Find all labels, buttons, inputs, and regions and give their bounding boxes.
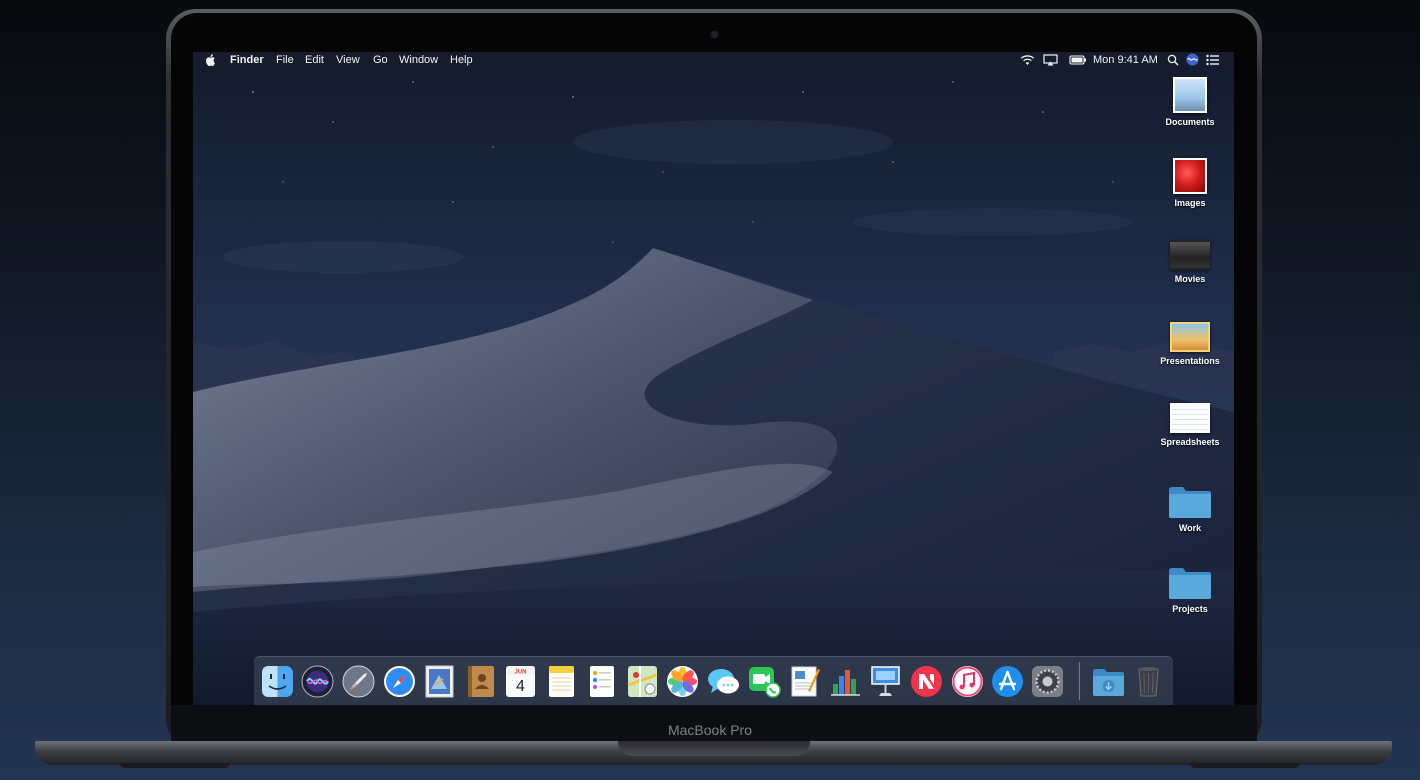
airplay-icon[interactable] xyxy=(1043,52,1058,71)
notes-icon[interactable] xyxy=(545,665,578,698)
messages-icon[interactable] xyxy=(707,665,740,698)
model-label: MacBook Pro xyxy=(667,722,753,738)
desktop-wallpaper xyxy=(193,52,1234,705)
news-icon[interactable] xyxy=(910,665,943,698)
desktop-item-label: Movies xyxy=(1174,274,1206,284)
documents-stack-icon xyxy=(1173,77,1207,113)
presentations-stack-icon xyxy=(1170,322,1210,352)
menu-edit[interactable]: Edit xyxy=(305,52,324,68)
desktop-item-label: Projects xyxy=(1172,604,1208,614)
menu-bar: Finder File Edit View Go Window Help Mon… xyxy=(193,52,1234,68)
mail-icon[interactable] xyxy=(423,665,456,698)
laptop-foot xyxy=(1190,763,1300,768)
menu-help[interactable]: Help xyxy=(450,52,473,68)
menu-file[interactable]: File xyxy=(276,52,294,68)
reminders-icon[interactable] xyxy=(585,665,618,698)
desktop-screen: Finder File Edit View Go Window Help Mon… xyxy=(193,52,1234,705)
desktop-item-work[interactable]: Work xyxy=(1155,485,1225,533)
calendar-icon[interactable]: JUN 4 xyxy=(504,665,537,698)
itunes-icon[interactable] xyxy=(951,665,984,698)
trash-icon[interactable] xyxy=(1132,665,1165,698)
clock-text[interactable]: Mon 9:41 AM xyxy=(1093,52,1158,68)
launchpad-icon[interactable] xyxy=(342,665,375,698)
maps-icon[interactable] xyxy=(626,665,659,698)
photos-icon[interactable] xyxy=(666,665,699,698)
menu-view[interactable]: View xyxy=(336,52,360,68)
facetime-icon[interactable] xyxy=(748,665,781,698)
downloads-folder-icon[interactable] xyxy=(1092,665,1125,698)
desktop-item-label: Documents xyxy=(1165,117,1215,127)
numbers-icon[interactable] xyxy=(829,665,862,698)
wifi-icon[interactable] xyxy=(1020,52,1035,71)
desktop-item-label: Work xyxy=(1178,523,1202,533)
spotlight-icon[interactable] xyxy=(1167,52,1179,71)
desktop-item-movies[interactable]: Movies xyxy=(1155,240,1225,284)
desktop-item-documents[interactable]: Documents xyxy=(1155,77,1225,127)
app-store-icon[interactable] xyxy=(991,665,1024,698)
safari-icon[interactable] xyxy=(383,665,416,698)
siri-icon[interactable] xyxy=(1186,52,1199,71)
desktop-item-presentations[interactable]: Presentations xyxy=(1155,322,1225,366)
finder-icon[interactable] xyxy=(261,665,294,698)
menu-go[interactable]: Go xyxy=(373,52,388,68)
dock-separator xyxy=(1079,662,1080,700)
calendar-day: 4 xyxy=(516,678,525,695)
camera-icon xyxy=(711,31,718,38)
keynote-icon[interactable] xyxy=(869,665,902,698)
system-preferences-icon[interactable] xyxy=(1031,665,1064,698)
images-stack-icon xyxy=(1173,158,1207,194)
folder-icon xyxy=(1169,568,1211,599)
desktop-item-label: Spreadsheets xyxy=(1160,437,1220,447)
desktop-item-spreadsheets[interactable]: Spreadsheets xyxy=(1155,403,1225,447)
dock: JUN 4 xyxy=(254,656,1173,705)
desktop-item-projects[interactable]: Projects xyxy=(1155,566,1225,614)
contacts-icon[interactable] xyxy=(464,665,497,698)
calendar-month: JUN xyxy=(514,670,526,676)
laptop-opening-notch xyxy=(618,741,810,756)
spreadsheets-stack-icon xyxy=(1170,403,1210,433)
apple-menu-icon[interactable] xyxy=(206,52,216,70)
laptop-foot xyxy=(120,763,230,768)
desktop-item-label: Presentations xyxy=(1160,356,1220,366)
notification-center-icon[interactable] xyxy=(1206,52,1220,71)
folder-icon xyxy=(1169,487,1211,518)
desktop-item-images[interactable]: Images xyxy=(1155,158,1225,208)
battery-icon[interactable] xyxy=(1069,52,1087,71)
desktop-item-label: Images xyxy=(1174,198,1206,208)
menu-window[interactable]: Window xyxy=(399,52,438,68)
movies-stack-icon xyxy=(1170,240,1210,270)
menu-app-name[interactable]: Finder xyxy=(230,52,264,68)
pages-icon[interactable] xyxy=(788,665,821,698)
siri-icon[interactable] xyxy=(301,665,334,698)
